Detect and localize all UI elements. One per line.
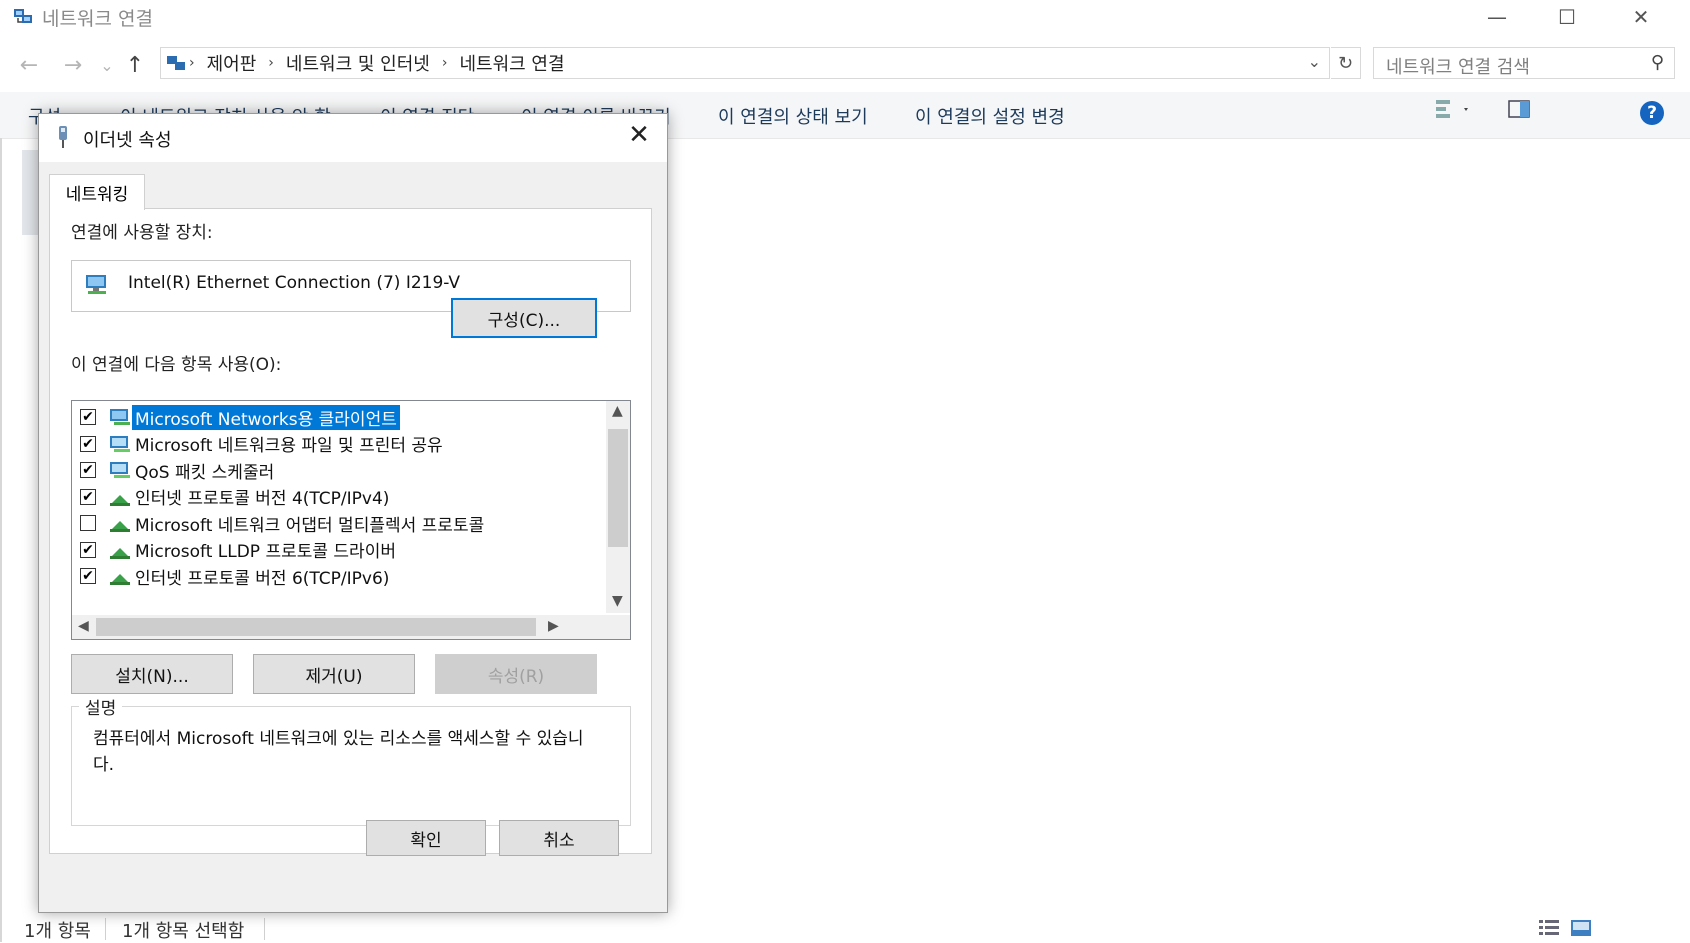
- dialog-title-bar: 이더넷 속성 ✕: [39, 114, 667, 162]
- item-checkbox[interactable]: ✔: [80, 541, 96, 558]
- status-selected-count: 1개 항목 선택함: [122, 921, 245, 942]
- scroll-up-icon[interactable]: ▲: [612, 403, 623, 419]
- properties-button: 속성(R): [435, 654, 597, 694]
- network-client-icon: [110, 409, 130, 425]
- items-label: 이 연결에 다음 항목 사용(O):: [71, 355, 282, 375]
- ethernet-plug-icon: [59, 126, 67, 148]
- item-checkbox[interactable]: ✔: [80, 462, 96, 478]
- maximize-button[interactable]: ☐: [1532, 0, 1602, 34]
- item-checkbox[interactable]: ✔: [80, 435, 96, 452]
- minimize-button[interactable]: —: [1462, 0, 1532, 34]
- scroll-left-icon[interactable]: ◀: [78, 618, 89, 634]
- protocol-icon: [110, 521, 130, 532]
- item-checkbox[interactable]: ✔: [80, 568, 96, 584]
- view-options-icon[interactable]: [1434, 97, 1474, 121]
- chevron-right-icon: ›: [268, 55, 274, 71]
- install-button[interactable]: 설치(N)...: [71, 654, 233, 694]
- description-text: 컴퓨터에서 Microsoft 네트워크에 있는 리소스를 액세스할 수 있습니…: [93, 729, 584, 775]
- uninstall-button[interactable]: 제거(U): [253, 654, 415, 694]
- view-status-command[interactable]: 이 연결의 상태 보기: [718, 103, 868, 129]
- network-service-icon: [110, 435, 130, 452]
- list-item[interactable]: ✔ 인터넷 프로토콜 버전 4(TCP/IPv4): [72, 483, 592, 511]
- horizontal-scrollbar[interactable]: ◀ ▶: [72, 615, 630, 639]
- breadcrumb-network-connections[interactable]: 네트워크 연결: [459, 50, 564, 76]
- device-name: Intel(R) Ethernet Connection (7) I219-V: [128, 273, 461, 293]
- chevron-right-icon: ›: [441, 55, 448, 71]
- scroll-down-icon[interactable]: ▼: [612, 593, 623, 609]
- item-label[interactable]: Microsoft LLDP 프로토콜 드라이버: [132, 537, 399, 562]
- list-item[interactable]: Microsoft 네트워크 어댑터 멀티플렉서 프로토콜: [72, 509, 592, 537]
- horizontal-scroll-thumb[interactable]: [96, 618, 536, 636]
- help-icon[interactable]: ?: [1640, 101, 1664, 125]
- tab-networking[interactable]: 네트워킹: [49, 174, 145, 210]
- list-item[interactable]: ✔ QoS 패킷 스케줄러: [72, 456, 592, 484]
- close-window-button[interactable]: ✕: [1606, 0, 1676, 34]
- item-checkbox[interactable]: [80, 515, 96, 531]
- components-list[interactable]: ✔ Microsoft Networks용 클라이언트 ✔ Microsoft 네트워…: [71, 400, 631, 640]
- status-divider: [264, 918, 265, 940]
- search-placeholder: 네트워크 연결 검색: [1386, 57, 1530, 78]
- status-item-count: 1개 항목: [24, 921, 91, 942]
- left-edge: [0, 138, 2, 942]
- cancel-button[interactable]: 취소: [499, 820, 619, 856]
- dialog-title: 이더넷 속성: [83, 130, 172, 151]
- scroll-right-icon[interactable]: ▶: [548, 618, 559, 634]
- vertical-scroll-thumb[interactable]: [608, 429, 628, 547]
- item-label[interactable]: Microsoft 네트워크 어댑터 멀티플렉서 프로토콜: [132, 511, 487, 536]
- preview-pane-icon[interactable]: [1508, 100, 1530, 118]
- change-settings-command[interactable]: 이 연결의 설정 변경: [915, 103, 1065, 129]
- details-view-icon[interactable]: [1538, 918, 1560, 938]
- large-icons-view-icon[interactable]: [1570, 918, 1592, 938]
- ok-button[interactable]: 확인: [366, 820, 486, 856]
- window-title: 네트워크 연결: [42, 8, 153, 30]
- up-button[interactable]: ↑: [120, 50, 150, 80]
- recent-locations-button[interactable]: ⌄: [92, 50, 122, 80]
- breadcrumb-control-panel[interactable]: 제어판: [207, 50, 257, 76]
- chevron-right-icon: ›: [189, 55, 195, 71]
- protocol-icon: [110, 574, 130, 585]
- network-connections-icon: [14, 9, 32, 23]
- search-input[interactable]: 네트워크 연결 검색 ⚲: [1373, 47, 1675, 79]
- item-checkbox[interactable]: ✔: [80, 409, 96, 425]
- item-label[interactable]: Microsoft 네트워크용 파일 및 프린터 공유: [132, 431, 446, 456]
- chevron-down-icon[interactable]: ⌄: [1308, 52, 1321, 71]
- configure-button[interactable]: 구성(C)...: [451, 298, 597, 338]
- protocol-icon: [110, 494, 130, 506]
- network-adapter-icon: [86, 275, 106, 294]
- item-label[interactable]: 인터넷 프로토콜 버전 6(TCP/IPv6): [132, 564, 392, 589]
- network-service-icon: [110, 462, 130, 478]
- item-label[interactable]: Microsoft Networks용 클라이언트: [132, 404, 400, 430]
- item-label[interactable]: QoS 패킷 스케줄러: [132, 458, 277, 483]
- item-label[interactable]: 인터넷 프로토콜 버전 4(TCP/IPv4): [132, 484, 392, 509]
- address-bar[interactable]: › 제어판 › 네트워크 및 인터넷 › 네트워크 연결 ⌄: [160, 47, 1330, 79]
- protocol-icon: [110, 547, 130, 559]
- description-label: 설명: [79, 694, 123, 719]
- back-button[interactable]: ←: [14, 50, 44, 80]
- list-item[interactable]: ✔ Microsoft 네트워크용 파일 및 프린터 공유: [72, 430, 592, 458]
- search-icon: ⚲: [1650, 52, 1664, 73]
- list-item[interactable]: ✔ Microsoft Networks용 클라이언트: [72, 403, 592, 431]
- title-bar: [0, 0, 1690, 34]
- ethernet-properties-dialog: 이더넷 속성 ✕ 네트워킹 연결에 사용할 장치: Intel(R) Ether…: [38, 113, 668, 913]
- status-divider: [105, 918, 106, 940]
- device-label: 연결에 사용할 장치:: [71, 223, 213, 243]
- forward-button[interactable]: →: [58, 50, 88, 80]
- control-panel-icon: [167, 56, 185, 70]
- list-item[interactable]: ✔ 인터넷 프로토콜 버전 6(TCP/IPv6): [72, 562, 592, 590]
- list-item[interactable]: ✔ Microsoft LLDP 프로토콜 드라이버: [72, 536, 592, 564]
- breadcrumb-network-internet[interactable]: 네트워크 및 인터넷: [286, 50, 430, 76]
- item-checkbox[interactable]: ✔: [80, 488, 96, 505]
- vertical-scrollbar[interactable]: ▲ ▼: [606, 401, 630, 613]
- refresh-button[interactable]: ↻: [1331, 47, 1361, 79]
- close-icon[interactable]: ✕: [621, 120, 657, 150]
